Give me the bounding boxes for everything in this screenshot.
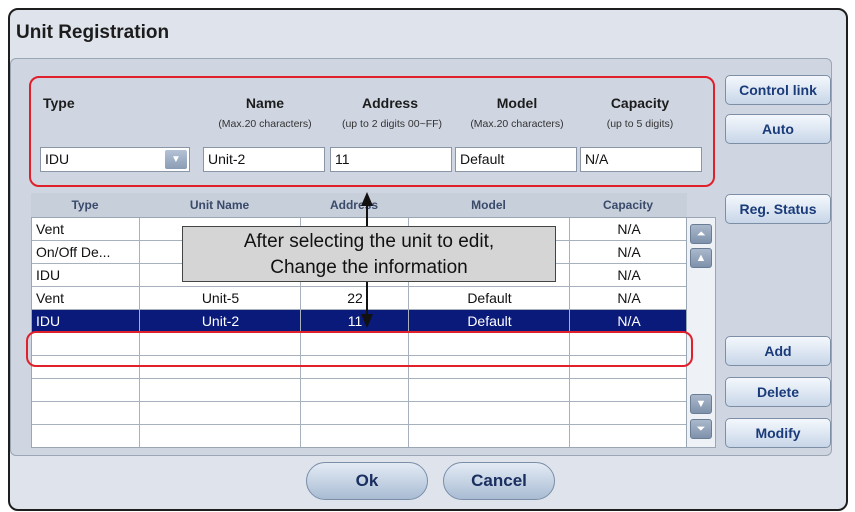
cell-type: Vent (36, 290, 65, 306)
scroll-bottom-icon[interactable]: ⏷ (690, 419, 712, 439)
scroll-up-icon[interactable]: ▲ (690, 248, 712, 268)
reg-status-button[interactable]: Reg. Status (725, 194, 831, 224)
column-header-unit-name: Unit Name (189, 198, 250, 212)
cell-type: IDU (36, 313, 61, 329)
cell-unit-name: Unit-2 (201, 313, 240, 329)
control-link-button[interactable]: Control link (725, 75, 831, 105)
cell-unit-name: Unit-5 (201, 290, 240, 306)
scroll-down-icon[interactable]: ▼ (690, 394, 712, 414)
table-row[interactable] (32, 425, 686, 448)
column-header-address: Address (329, 198, 379, 212)
table-row[interactable] (32, 379, 686, 402)
cell-type: IDU (36, 267, 61, 283)
scroll-top-icon[interactable]: ⏶ (690, 224, 712, 244)
cell-capacity: N/A (617, 244, 641, 260)
auto-button[interactable]: Auto (725, 114, 831, 144)
instruction-callout: After selecting the unit to edit, Change… (182, 226, 556, 282)
form-highlight-box (29, 76, 715, 187)
selected-row-highlight-box (26, 331, 693, 367)
dialog-title: Unit Registration (16, 22, 170, 43)
cell-capacity: N/A (617, 313, 641, 329)
column-header-model: Model (471, 198, 506, 212)
cell-model: Default (467, 290, 512, 306)
column-header-type: Type (71, 198, 99, 212)
add-button[interactable]: Add (725, 336, 831, 366)
cell-capacity: N/A (617, 221, 641, 237)
cell-capacity: N/A (617, 267, 641, 283)
cell-capacity: N/A (617, 290, 641, 306)
instruction-line-2: Change the information (270, 257, 468, 278)
cancel-button[interactable]: Cancel (443, 462, 555, 500)
column-header-capacity: Capacity (602, 198, 654, 212)
modify-button[interactable]: Modify (725, 418, 831, 448)
delete-button[interactable]: Delete (725, 377, 831, 407)
ok-button[interactable]: Ok (306, 462, 428, 500)
cell-model: Default (467, 313, 512, 329)
instruction-line-1: After selecting the unit to edit, (243, 231, 495, 252)
table-row[interactable] (32, 402, 686, 425)
cell-type: On/Off De... (36, 244, 111, 260)
cell-type: Vent (36, 221, 65, 237)
table-scrollbar[interactable]: ⏶ ▲ ▼ ⏷ (687, 217, 716, 448)
